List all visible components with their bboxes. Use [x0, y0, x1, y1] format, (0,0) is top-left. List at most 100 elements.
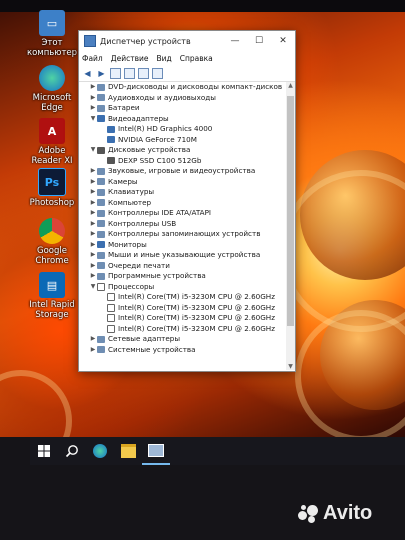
desktop-icon-intel-storage[interactable]: ▤ Intel Rapid Storage — [26, 272, 78, 320]
computer-icon — [97, 199, 105, 207]
storage-icon — [97, 230, 105, 238]
tree-category[interactable]: ▶ Компьютер — [79, 198, 285, 209]
details-icon[interactable] — [124, 67, 135, 79]
scrollbar-thumb[interactable] — [287, 96, 294, 326]
scroll-down-icon[interactable]: ▼ — [286, 363, 295, 370]
tree-item-label: Батареи — [108, 103, 140, 112]
maximize-button[interactable]: ☐ — [247, 36, 271, 46]
tree-category[interactable]: ▶ Контроллеры USB — [79, 219, 285, 230]
edge-icon[interactable] — [86, 437, 114, 465]
chevron-right-icon[interactable]: ▶ — [89, 93, 97, 104]
menu-help[interactable]: Справка — [180, 54, 213, 63]
chevron-right-icon[interactable]: ▶ — [89, 334, 97, 345]
vertical-scrollbar[interactable]: ▲ ▼ — [286, 82, 295, 370]
search-icon[interactable] — [58, 437, 86, 465]
chevron-right-icon[interactable]: ▶ — [89, 240, 97, 251]
chevron-down-icon[interactable]: ▼ — [89, 114, 97, 125]
tree-device[interactable]: Intel(R) Core(TM) i5-3230M CPU @ 2.60GHz — [79, 324, 285, 335]
device-manager-icon — [84, 35, 96, 47]
tree-device[interactable]: DEXP SSD C100 512Gb — [79, 156, 285, 167]
desktop-icon-label: Intel Rapid Storage — [29, 300, 75, 320]
title-bar[interactable]: Диспетчер устройств — ☐ ✕ — [79, 31, 295, 51]
tree-category[interactable]: ▼ Дисковые устройства — [79, 145, 285, 156]
chevron-right-icon[interactable]: ▶ — [89, 229, 97, 240]
tree-category[interactable]: ▶ Аудиовходы и аудиовыходы — [79, 93, 285, 104]
tree-device[interactable]: NVIDIA GeForce 710M — [79, 135, 285, 146]
tree-item-label: Звуковые, игровые и видеоустройства — [108, 166, 256, 175]
scan-hardware-icon[interactable] — [152, 67, 163, 79]
tree-item-label: Компьютер — [108, 197, 152, 207]
tree-category[interactable]: ▶ Мониторы — [79, 240, 285, 251]
properties-icon[interactable] — [110, 67, 121, 79]
device-manager-window[interactable]: Диспетчер устройств — ☐ ✕ Файл Действие … — [78, 30, 296, 372]
device-manager-icon[interactable] — [142, 437, 170, 465]
help-icon[interactable] — [138, 67, 149, 79]
tree-category[interactable]: ▶ Программные устройства — [79, 271, 285, 282]
close-button[interactable]: ✕ — [271, 36, 295, 46]
chevron-right-icon[interactable]: ▶ — [89, 177, 97, 188]
camera-icon — [97, 178, 105, 186]
chevron-right-icon[interactable]: ▶ — [89, 271, 97, 282]
desktop-icon-photoshop[interactable]: Ps Photoshop — [26, 168, 78, 208]
chevron-right-icon[interactable]: ▶ — [89, 198, 97, 209]
chrome-icon — [39, 218, 65, 244]
system-icon — [97, 346, 105, 354]
menu-bar: Файл Действие Вид Справка — [79, 51, 295, 65]
tree-category[interactable]: ▶ Батареи — [79, 103, 285, 114]
tree-category[interactable]: ▼ Видеоадаптеры — [79, 114, 285, 125]
tree-device[interactable]: Intel(R) Core(TM) i5-3230M CPU @ 2.60GHz — [79, 292, 285, 303]
mouse-icon — [97, 251, 105, 259]
desktop-icon-this-pc[interactable]: ▭ Этот компьютер — [26, 10, 78, 58]
forward-arrow-icon[interactable]: ▶ — [96, 68, 107, 79]
chevron-down-icon[interactable]: ▼ — [89, 282, 97, 293]
tree-item-label: Intel(R) Core(TM) i5-3230M CPU @ 2.60GHz — [118, 292, 275, 301]
desktop-icon-adobe-reader[interactable]: A Adobe Reader XI — [26, 118, 78, 166]
tree-category[interactable]: ▶ DVD-дисководы и дисководы компакт-диско… — [79, 82, 285, 93]
chevron-down-icon[interactable]: ▼ — [89, 145, 97, 156]
file-explorer-icon[interactable] — [114, 437, 142, 465]
desktop-icon-label: Google Chrome — [35, 246, 69, 266]
tree-category[interactable]: ▶ Контроллеры запоминающих устройств — [79, 229, 285, 240]
menu-file[interactable]: Файл — [82, 54, 103, 63]
chevron-right-icon[interactable]: ▶ — [89, 261, 97, 272]
chevron-right-icon[interactable]: ▶ — [89, 250, 97, 261]
avito-watermark-text: Avito — [323, 502, 373, 524]
tree-category[interactable]: ▶ Клавиатуры — [79, 187, 285, 198]
tree-category[interactable]: ▶ Мыши и иные указывающие устройства — [79, 250, 285, 261]
desktop-icon-chrome[interactable]: Google Chrome — [26, 218, 78, 266]
tree-item-label: Intel(R) Core(TM) i5-3230M CPU @ 2.60GHz — [118, 323, 275, 333]
scroll-up-icon[interactable]: ▲ — [286, 82, 295, 89]
tree-category[interactable]: ▶ Очереди печати — [79, 261, 285, 272]
menu-view[interactable]: Вид — [156, 54, 171, 63]
tree-category[interactable]: ▶ Контроллеры IDE ATA/ATAPI — [79, 208, 285, 219]
tree-category[interactable]: ▶ Сетевые адаптеры — [79, 334, 285, 345]
tree-category[interactable]: ▶ Звуковые, игровые и видеоустройства — [79, 166, 285, 177]
monitor-icon — [107, 136, 115, 144]
chevron-right-icon[interactable]: ▶ — [89, 82, 97, 93]
tree-device[interactable]: Intel(R) Core(TM) i5-3230M CPU @ 2.60GHz — [79, 313, 285, 324]
start-icon[interactable] — [30, 437, 58, 465]
tree-item-label: Контроллеры USB — [108, 218, 177, 228]
tree-item-label: Контроллеры запоминающих устройств — [108, 229, 261, 238]
back-arrow-icon[interactable]: ◀ — [82, 68, 93, 79]
tree-category[interactable]: ▼ Процессоры — [79, 282, 285, 293]
device-tree[interactable]: ▶ DVD-дисководы и дисководы компакт-диско… — [79, 82, 285, 370]
photoshop-icon: Ps — [38, 168, 66, 196]
tree-item-label: DVD-дисководы и дисководы компакт-дисков — [108, 82, 283, 91]
monitor-icon — [97, 115, 105, 123]
tree-category[interactable]: ▶ Камеры — [79, 177, 285, 188]
chevron-right-icon[interactable]: ▶ — [89, 208, 97, 219]
chevron-right-icon[interactable]: ▶ — [89, 166, 97, 177]
chevron-right-icon[interactable]: ▶ — [89, 219, 97, 230]
tree-device[interactable]: Intel(R) Core(TM) i5-3230M CPU @ 2.60GHz — [79, 303, 285, 314]
tree-item-label: Дисковые устройства — [108, 145, 191, 154]
avito-watermark: Avito — [298, 502, 372, 525]
desktop-icon-edge[interactable]: Microsoft Edge — [26, 65, 78, 113]
menu-action[interactable]: Действие — [111, 54, 149, 63]
minimize-button[interactable]: — — [223, 36, 247, 46]
chevron-right-icon[interactable]: ▶ — [89, 187, 97, 198]
tree-category[interactable]: ▶ Системные устройства — [79, 345, 285, 356]
tree-device[interactable]: Intel(R) HD Graphics 4000 — [79, 124, 285, 135]
chevron-right-icon[interactable]: ▶ — [89, 103, 97, 114]
chevron-right-icon[interactable]: ▶ — [89, 345, 97, 356]
